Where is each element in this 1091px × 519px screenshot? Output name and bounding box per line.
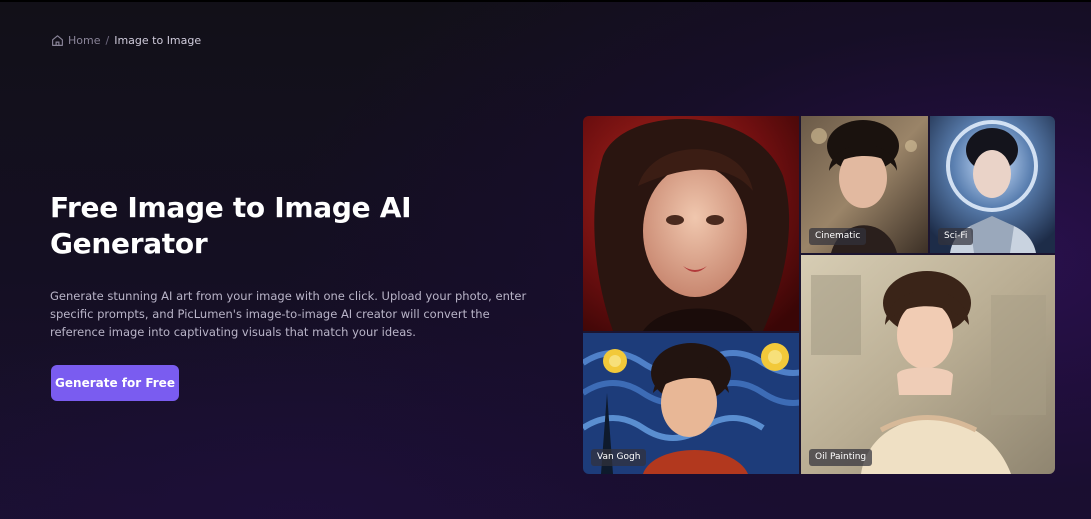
style-tag-oil-painting: Oil Painting [809, 449, 873, 466]
breadcrumb-home-link[interactable]: Home [68, 34, 100, 47]
page-title-line2: Generator [50, 227, 208, 260]
gallery-image-cinematic: Cinematic [801, 116, 928, 253]
style-tag-sci-fi: Sci-Fi [938, 228, 974, 245]
breadcrumb-current: Image to Image [114, 33, 202, 47]
home-icon[interactable] [51, 34, 64, 47]
generate-for-free-button[interactable]: Generate for Free [51, 365, 179, 401]
style-tag-cinematic: Cinematic [809, 228, 867, 245]
breadcrumb: Home / Image to Image [51, 32, 201, 48]
breadcrumb-separator: / [105, 33, 110, 47]
page-title-line1: Free Image to Image AI [50, 191, 412, 224]
gallery-image-van-gogh: Van Gogh [583, 333, 799, 474]
hero-description: Generate stunning AI art from your image… [50, 289, 527, 339]
gallery-image-sci-fi: Sci-Fi [930, 116, 1055, 253]
style-tag-van-gogh: Van Gogh [591, 449, 647, 466]
gallery-image-oil-painting: Oil Painting [801, 255, 1055, 474]
gallery-image-original [583, 116, 799, 331]
style-gallery: Cinematic Sci-Fi Van Gogh Oil Painting [583, 116, 1055, 474]
top-border [0, 0, 1091, 2]
page-title: Free Image to Image AI Generator [50, 190, 470, 262]
page: Home / Image to Image Free Image to Imag… [0, 0, 1091, 519]
